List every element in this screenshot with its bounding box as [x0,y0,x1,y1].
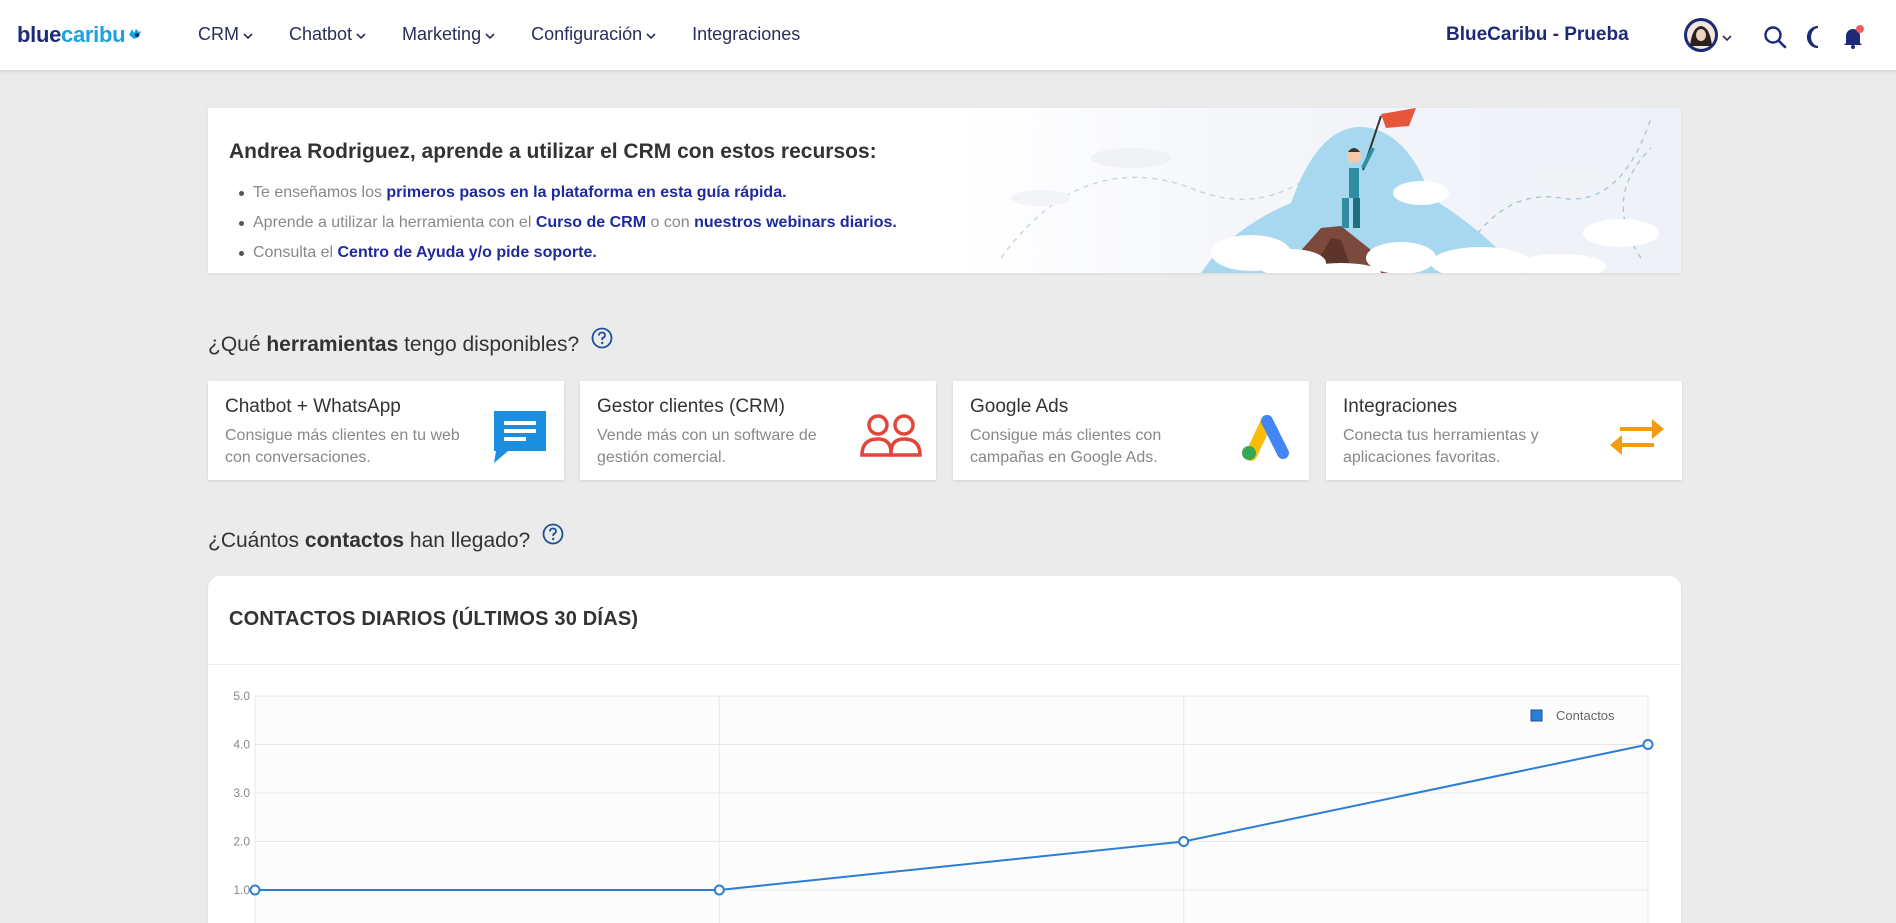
y-tick-label: 3.0 [233,786,250,800]
contacts-heading: ¿Cuántos contactos han llegado? [208,523,564,553]
google-ads-icon [1242,415,1289,461]
legend-swatch [1530,709,1543,722]
tool-card-crm[interactable]: Gestor clientes (CRM) Vende más con un s… [580,381,936,480]
y-tick-label: 1.0 [233,883,250,897]
menu-configuracion[interactable]: Configuración [531,24,656,45]
chevron-down-icon [243,24,253,45]
caribou-icon [127,22,143,48]
list-item: Consulta el Centro de Ayuda y/o pide sop… [239,238,897,268]
menu-chatbot[interactable]: Chatbot [289,24,366,45]
y-tick-label: 4.0 [233,738,250,752]
menu-marketing[interactable]: Marketing [402,24,495,45]
bell-icon[interactable] [1840,24,1866,50]
tools-heading: ¿Qué herramientas tengo disponibles? [208,327,613,357]
chevron-down-icon[interactable] [1722,29,1732,47]
data-point [713,884,725,896]
help-icon[interactable] [542,523,564,545]
help-center-link[interactable]: Centro de Ayuda y/o pide soporte. [338,244,597,261]
banner-title: Andrea Rodriguez, aprende a utilizar el … [229,140,877,163]
avatar[interactable] [1684,18,1718,52]
users-icon [860,414,922,457]
data-point [1642,739,1654,750]
chat-bubble-icon [494,411,546,463]
bluecaribu-logo[interactable]: bluecaribu [17,22,143,48]
y-tick-label: 2.0 [233,835,250,849]
plot-area [255,696,1648,923]
y-tick-label: 5.0 [233,689,250,703]
tool-card-integraciones[interactable]: Integraciones Conecta tus herramientas y… [1326,381,1682,480]
account-name[interactable]: BlueCaribu - Prueba [1446,24,1629,46]
menu-integraciones[interactable]: Integraciones [692,24,800,45]
contacts-line-chart: 5.0 4.0 3.0 2.0 1.0 Contactos [233,689,1654,923]
data-point [1178,836,1190,847]
search-icon[interactable] [1762,24,1788,50]
data-point [249,884,261,896]
mountain-climber-illustration [961,108,1681,273]
tool-card-google-ads[interactable]: Google Ads Consigue más clientes con cam… [953,381,1309,480]
arrows-exchange-icon [1610,419,1664,455]
resources-banner: Andrea Rodriguez, aprende a utilizar el … [208,108,1681,273]
chevron-down-icon [485,24,495,45]
top-navbar: bluecaribu CRM Chatbot Marketing Configu… [0,0,1896,70]
list-item: Te enseñamos los primeros pasos en la pl… [239,178,897,208]
contacts-chart-card: CONTACTOS DIARIOS (ÚLTIMOS 30 DÍAS) 5.0 4… [208,576,1681,923]
crm-course-link[interactable]: Curso de CRM [536,214,646,231]
chevron-down-icon [646,24,656,45]
menu-crm[interactable]: CRM [198,24,253,45]
moon-icon[interactable] [1802,24,1828,50]
chevron-down-icon [356,24,366,45]
quick-guide-link[interactable]: primeros pasos en la plataforma en esta … [386,184,786,201]
tool-card-chatbot[interactable]: Chatbot + WhatsApp Consigue más clientes… [208,381,564,480]
main-menu: CRM Chatbot Marketing Configuración Inte… [198,24,836,45]
resources-list: Te enseñamos los primeros pasos en la pl… [239,178,897,268]
list-item: Aprende a utilizar la herramienta con el… [239,208,897,238]
legend-label: Contactos [1556,708,1615,723]
help-icon[interactable] [591,327,613,349]
webinars-link[interactable]: nuestros webinars diarios. [694,214,897,231]
